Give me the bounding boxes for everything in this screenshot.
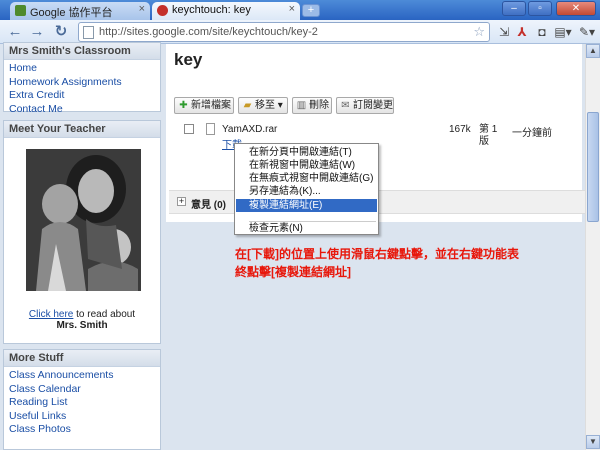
tab-google-sites[interactable]: Google 協作平台 × (10, 2, 150, 20)
page-scrollbar[interactable]: ▲ ▼ (585, 44, 600, 450)
apple-favicon-icon (157, 5, 168, 16)
back-arrow-icon[interactable]: ← (6, 23, 24, 41)
sidebar-link-announcements[interactable]: Class Announcements (9, 369, 155, 383)
classroom-nav-box: Mrs Smith's Classroom Home Homework Assi… (3, 42, 161, 115)
sidebar-link-calendar[interactable]: Class Calendar (9, 383, 155, 397)
file-time: 一分鐘前 (512, 128, 552, 139)
instruction-annotation: 在[下載]的位置上使用滑鼠右鍵點擊，並在右鍵功能表終點擊[複製連結網址] (235, 247, 519, 279)
file-size: 167k (449, 124, 471, 135)
sidebar-link-contact[interactable]: Contact Me (9, 103, 155, 117)
page-action-icon[interactable]: ⇲ (496, 24, 512, 40)
close-icon[interactable]: × (289, 3, 295, 15)
teacher-title: Meet Your Teacher (4, 121, 160, 138)
more-stuff-box: More Stuff Class Announcements Class Cal… (3, 349, 161, 450)
plus-icon: ✚ (179, 100, 188, 111)
forward-arrow-icon[interactable]: → (28, 23, 46, 41)
subscribe-changes-button[interactable]: ✉ 訂閱變更 (336, 97, 394, 114)
scrollbar-thumb[interactable] (587, 112, 599, 222)
delete-button[interactable]: ▥ 刪除 (292, 97, 332, 114)
subscribe-label: 訂閱變更 (353, 100, 393, 111)
comments-label: 意見 (0) (191, 200, 226, 211)
more-stuff-title: More Stuff (4, 350, 160, 367)
address-bar[interactable]: ☆ (78, 22, 490, 42)
google-sites-favicon-icon (15, 5, 26, 16)
file-checkbox[interactable] (184, 124, 194, 134)
menu-item-open-new-window[interactable]: 在新視窗中開啟連結(W) (236, 159, 377, 172)
file-icon (206, 123, 215, 135)
sidebar-link-homework[interactable]: Homework Assignments (9, 76, 155, 90)
window-close-button[interactable]: ✕ (556, 1, 596, 16)
tab-keychtouch[interactable]: keychtouch: key × (152, 2, 300, 20)
wrench-menu-icon[interactable]: ✎▾ (576, 24, 598, 40)
classroom-links: Home Homework Assignments Extra Credit C… (4, 60, 160, 118)
menu-item-open-incognito[interactable]: 在無痕式視窗中開啟連結(G) (236, 172, 377, 185)
browser-toolbar: ← → ↻ ☆ ⇲ ⅄ ◘ ▤▾ ✎▾ (0, 20, 600, 44)
family-photo-image (26, 149, 141, 291)
reload-icon[interactable]: ↻ (52, 23, 70, 41)
menu-item-inspect-element[interactable]: 檢查元素(N) (236, 222, 377, 235)
sidebar-link-home[interactable]: Home (9, 62, 155, 76)
chevron-down-icon: ▾ (275, 100, 283, 111)
new-tab-button[interactable]: + (302, 4, 320, 17)
minimize-button[interactable]: – (502, 1, 526, 16)
expand-icon[interactable]: + (177, 197, 186, 206)
page-menu-icon[interactable]: ▤▾ (552, 24, 574, 40)
file-version: 第 1 版 (479, 124, 498, 147)
delete-label: 刪除 (309, 100, 329, 111)
browser-title-bar: Google 協作平台 × keychtouch: key × + – ▫ ✕ (0, 0, 600, 20)
photo-caption: Click here to read about Mrs. Smith (4, 309, 160, 331)
move-to-label: 移至 (255, 100, 275, 111)
page-title: key (174, 50, 203, 69)
left-sidebar: Mrs Smith's Classroom Home Homework Assi… (0, 42, 163, 450)
menu-item-open-new-tab[interactable]: 在新分頁中開啟連結(T) (236, 146, 377, 159)
sidebar-link-extra-credit[interactable]: Extra Credit (9, 89, 155, 103)
menu-item-save-link-as[interactable]: 另存連結為(K)... (236, 185, 377, 198)
tab-title: keychtouch: key (172, 4, 251, 16)
tab-title: Google 協作平台 (30, 7, 113, 19)
teacher-photo (26, 149, 141, 291)
maximize-button[interactable]: ▫ (528, 1, 552, 16)
envelope-icon: ✉ (341, 100, 350, 111)
page-icon (83, 26, 94, 39)
teacher-name: Mrs. Smith (56, 320, 108, 331)
click-here-link[interactable]: Click here (29, 309, 73, 320)
sidebar-link-reading-list[interactable]: Reading List (9, 396, 155, 410)
add-file-button[interactable]: ✚ 新增檔案 (174, 97, 234, 114)
add-file-label: 新增檔案 (191, 100, 231, 111)
more-stuff-links: Class Announcements Class Calendar Readi… (4, 367, 160, 439)
context-menu: 在新分頁中開啟連結(T) 在新視窗中開啟連結(W) 在無痕式視窗中開啟連結(G)… (234, 143, 379, 235)
file-name: YamAXD.rar (222, 124, 278, 135)
bookmark-star-icon[interactable]: ☆ (473, 24, 485, 40)
sidebar-link-class-photos[interactable]: Class Photos (9, 423, 155, 437)
pdf-icon[interactable]: ⅄ (514, 24, 530, 40)
scroll-up-arrow-icon[interactable]: ▲ (586, 44, 600, 58)
menu-item-copy-link-address[interactable]: 複製連結網址(E) (236, 199, 377, 212)
classroom-title: Mrs Smith's Classroom (4, 43, 160, 60)
caption-text: to read about (73, 309, 136, 320)
camera-icon[interactable]: ◘ (534, 24, 550, 40)
teacher-box: Meet Your Teacher Click here to read abo… (3, 120, 161, 344)
url-input[interactable] (99, 24, 459, 40)
folder-icon: ▰ (243, 100, 252, 111)
trash-icon: ▥ (296, 100, 307, 111)
sidebar-link-useful-links[interactable]: Useful Links (9, 410, 155, 424)
scroll-down-arrow-icon[interactable]: ▼ (586, 435, 600, 449)
move-to-button[interactable]: ▰ 移至 ▾ (238, 97, 288, 114)
close-icon[interactable]: × (139, 3, 145, 15)
